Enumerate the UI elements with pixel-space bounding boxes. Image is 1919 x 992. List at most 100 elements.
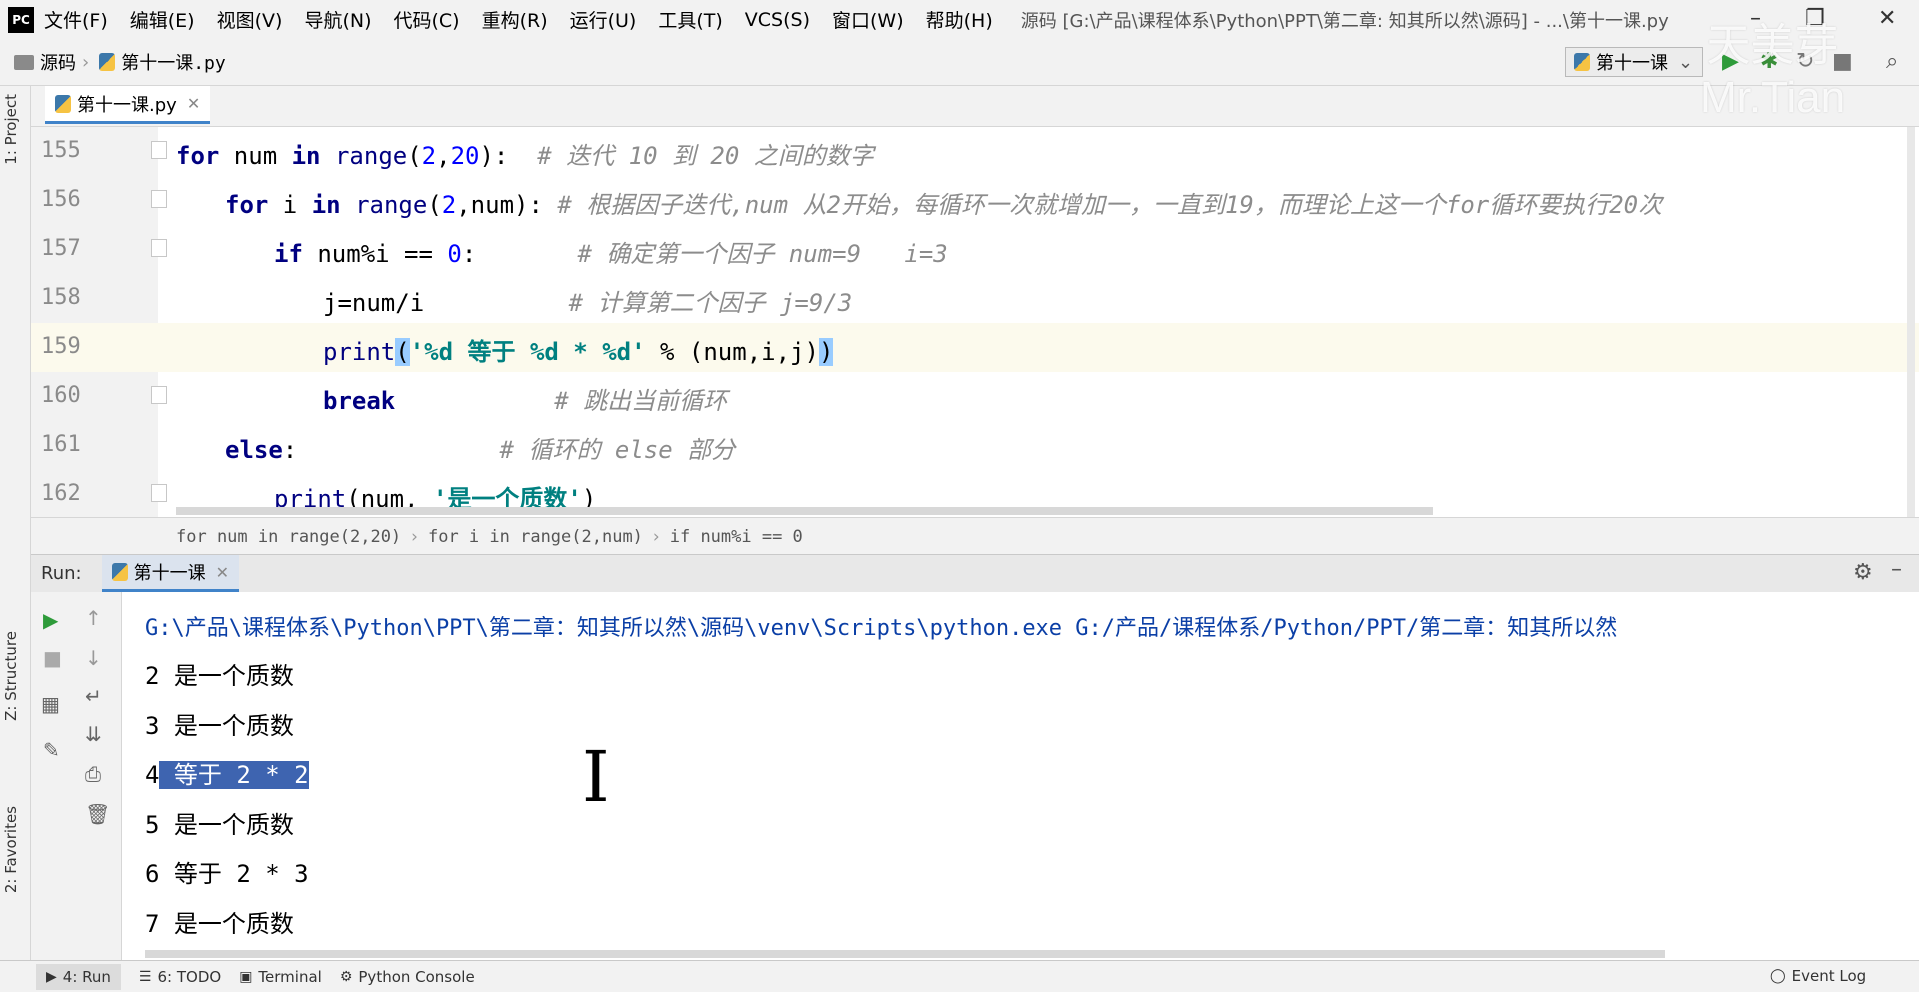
code-token: range xyxy=(340,191,428,219)
hide-panel-icon[interactable]: – xyxy=(1891,557,1902,582)
editor-vertical-scrollbar[interactable] xyxy=(1907,127,1915,517)
python-file-icon xyxy=(1574,53,1590,71)
fold-icon[interactable] xyxy=(151,190,167,208)
code-token: : xyxy=(282,436,500,464)
menu-code[interactable]: 代码(C) xyxy=(393,6,459,33)
run-panel-label: Run: xyxy=(41,563,82,584)
event-log-icon: ◯ xyxy=(1770,968,1786,984)
nav-crumb-project[interactable]: 源码 › xyxy=(14,49,89,75)
console-text: 4 xyxy=(145,761,160,789)
fold-icon[interactable] xyxy=(151,386,167,404)
close-window-icon[interactable]: ✕ xyxy=(1878,6,1896,31)
favorites-tool-tab[interactable]: 2: Favorites xyxy=(2,806,20,893)
line-number: 162 xyxy=(41,481,81,506)
code-comment: # 确定第一个因子 num=9 i=3 xyxy=(577,240,948,268)
chevron-right-icon: › xyxy=(652,526,660,547)
breadcrumb-item[interactable]: for i in range(2,num) xyxy=(428,527,643,547)
line-number: 159 xyxy=(41,334,81,359)
code-text: else: # 循环的 else 部分 xyxy=(225,430,735,465)
layout-icon[interactable]: ▦ xyxy=(41,692,60,716)
soft-wrap-icon[interactable]: ↵ xyxy=(85,684,102,708)
bottom-tab-python-console[interactable]: ⚙ Python Console xyxy=(340,968,475,986)
menu-file[interactable]: 文件(F) xyxy=(44,6,108,33)
code-string: '%d 等于 %d * %d' xyxy=(409,338,646,366)
code-line[interactable]: 158 j=num/i # 计算第二个因子 j=9/3 xyxy=(31,274,1919,323)
arrow-down-icon[interactable]: ↓ xyxy=(85,646,102,670)
text-cursor-icon: I xyxy=(582,736,610,818)
menu-run[interactable]: 运行(U) xyxy=(570,6,637,33)
run-panel-header: Run: 第十一课 ✕ ⚙ – xyxy=(31,554,1919,593)
code-line[interactable]: 156 for i in range(2,num): # 根据因子迭代,num … xyxy=(31,176,1919,225)
search-icon[interactable]: ⌕ xyxy=(1886,49,1898,74)
code-token: i xyxy=(268,191,312,219)
nav-file-label: 第十一课.py xyxy=(121,53,226,74)
window-title: 源码 [G:\产品\课程体系\Python\PPT\第二章: 知其所以然\源码]… xyxy=(1020,10,1669,32)
menu-help[interactable]: 帮助(H) xyxy=(926,6,993,33)
line-number: 158 xyxy=(41,285,81,310)
gear-icon[interactable]: ⚙ xyxy=(1853,560,1873,585)
editor-tab-active[interactable]: 第十一课.py ✕ xyxy=(45,86,211,124)
nav-crumb-file[interactable]: 第十一课.py xyxy=(99,49,226,75)
stop-icon[interactable]: ■ xyxy=(43,646,62,670)
run-tab-active[interactable]: 第十一课 ✕ xyxy=(101,555,239,592)
menu-view[interactable]: 视图(V) xyxy=(217,6,283,33)
breadcrumb-item[interactable]: if num%i == 0 xyxy=(670,527,803,547)
rerun-play-icon[interactable]: ▶ xyxy=(43,608,58,632)
menu-navigate[interactable]: 导航(N) xyxy=(304,6,371,33)
print-icon[interactable]: ⎙ xyxy=(85,762,101,786)
code-token: in xyxy=(291,142,321,170)
code-line[interactable]: 157 if num%i == 0: # 确定第一个因子 num=9 i=3 xyxy=(31,225,1919,274)
code-token: num xyxy=(219,142,292,170)
nav-project-label: 源码 xyxy=(40,53,76,74)
fold-icon[interactable] xyxy=(151,141,167,159)
console-horizontal-scrollbar[interactable] xyxy=(145,950,1665,958)
run-config-select[interactable]: 第十一课 ⌄ xyxy=(1565,47,1703,77)
code-comment: # 计算第二个因子 j=9/3 xyxy=(568,289,853,317)
structure-tool-tab[interactable]: Z: Structure xyxy=(2,631,20,721)
editor-horizontal-scrollbar[interactable] xyxy=(176,507,1433,515)
code-token: , xyxy=(436,142,451,170)
code-token: : xyxy=(461,240,578,268)
menu-edit[interactable]: 编辑(E) xyxy=(130,6,195,33)
code-editor[interactable]: 155 for num in range(2,20): # 迭代 10 到 20… xyxy=(31,127,1919,517)
bottom-tab-label: 6: TODO xyxy=(157,967,222,986)
close-tab-icon[interactable]: ✕ xyxy=(187,94,200,113)
bottom-tab-event-log[interactable]: ◯ Event Log xyxy=(1770,967,1866,985)
code-text: if num%i == 0: # 确定第一个因子 num=9 i=3 xyxy=(274,234,948,269)
terminal-icon: ▣ xyxy=(239,968,253,985)
breadcrumb-item[interactable]: for num in range(2,20) xyxy=(176,527,401,547)
code-line-current[interactable]: 159 print('%d 等于 %d * %d' % (num,i,j)) xyxy=(31,323,1919,372)
code-token: num%i == xyxy=(302,240,448,268)
code-line[interactable]: 161 else: # 循环的 else 部分 xyxy=(31,421,1919,470)
arrow-up-icon[interactable]: ↑ xyxy=(85,606,102,630)
code-line[interactable]: 155 for num in range(2,20): # 迭代 10 到 20… xyxy=(31,127,1919,176)
code-token: ,num): xyxy=(456,191,558,219)
console-output-line: 6 等于 2 * 3 xyxy=(145,860,309,888)
scroll-to-end-icon[interactable]: ⇊ xyxy=(85,722,102,746)
menu-vcs[interactable]: VCS(S) xyxy=(745,9,810,31)
code-line[interactable]: 160 break # 跳出当前循环 xyxy=(31,372,1919,421)
code-text: for num in range(2,20): # 迭代 10 到 20 之间的… xyxy=(176,136,874,171)
run-console[interactable]: G:\产品\课程体系\Python\PPT\第二章：知其所以然\源码\venv\… xyxy=(122,592,1919,960)
menu-tools[interactable]: 工具(T) xyxy=(658,6,722,33)
close-tab-icon[interactable]: ✕ xyxy=(216,563,229,582)
pin-icon[interactable]: ✎ xyxy=(43,738,60,762)
menu-refactor[interactable]: 重构(R) xyxy=(482,6,548,33)
fold-icon[interactable] xyxy=(151,239,167,257)
run-tab-label: 第十一课 xyxy=(133,563,206,584)
watermark-line: Mr.Tian xyxy=(1700,73,1846,122)
watermark: 天美芽 Mr.Tian xyxy=(1700,20,1845,124)
bottom-tab-run[interactable]: ▶ 4: Run xyxy=(36,963,121,990)
trash-icon[interactable]: 🗑 xyxy=(85,802,110,826)
code-token: 0 xyxy=(447,240,462,268)
fold-icon[interactable] xyxy=(151,484,167,502)
project-tool-tab[interactable]: 1: Project xyxy=(2,94,20,165)
bottom-tab-terminal[interactable]: ▣ Terminal xyxy=(239,968,322,986)
bottom-tab-todo[interactable]: ☰ 6: TODO xyxy=(139,968,221,986)
watermark-line: 天美芽 xyxy=(1706,21,1839,70)
code-token: j=num/i xyxy=(323,289,569,317)
menu-window[interactable]: 窗口(W) xyxy=(832,6,904,33)
menu-bar: PC 文件(F) 编辑(E) 视图(V) 导航(N) 代码(C) 重构(R) 运… xyxy=(0,0,1919,39)
list-icon: ☰ xyxy=(138,968,152,985)
selected-text: 等于 2 * 2 xyxy=(159,761,309,789)
